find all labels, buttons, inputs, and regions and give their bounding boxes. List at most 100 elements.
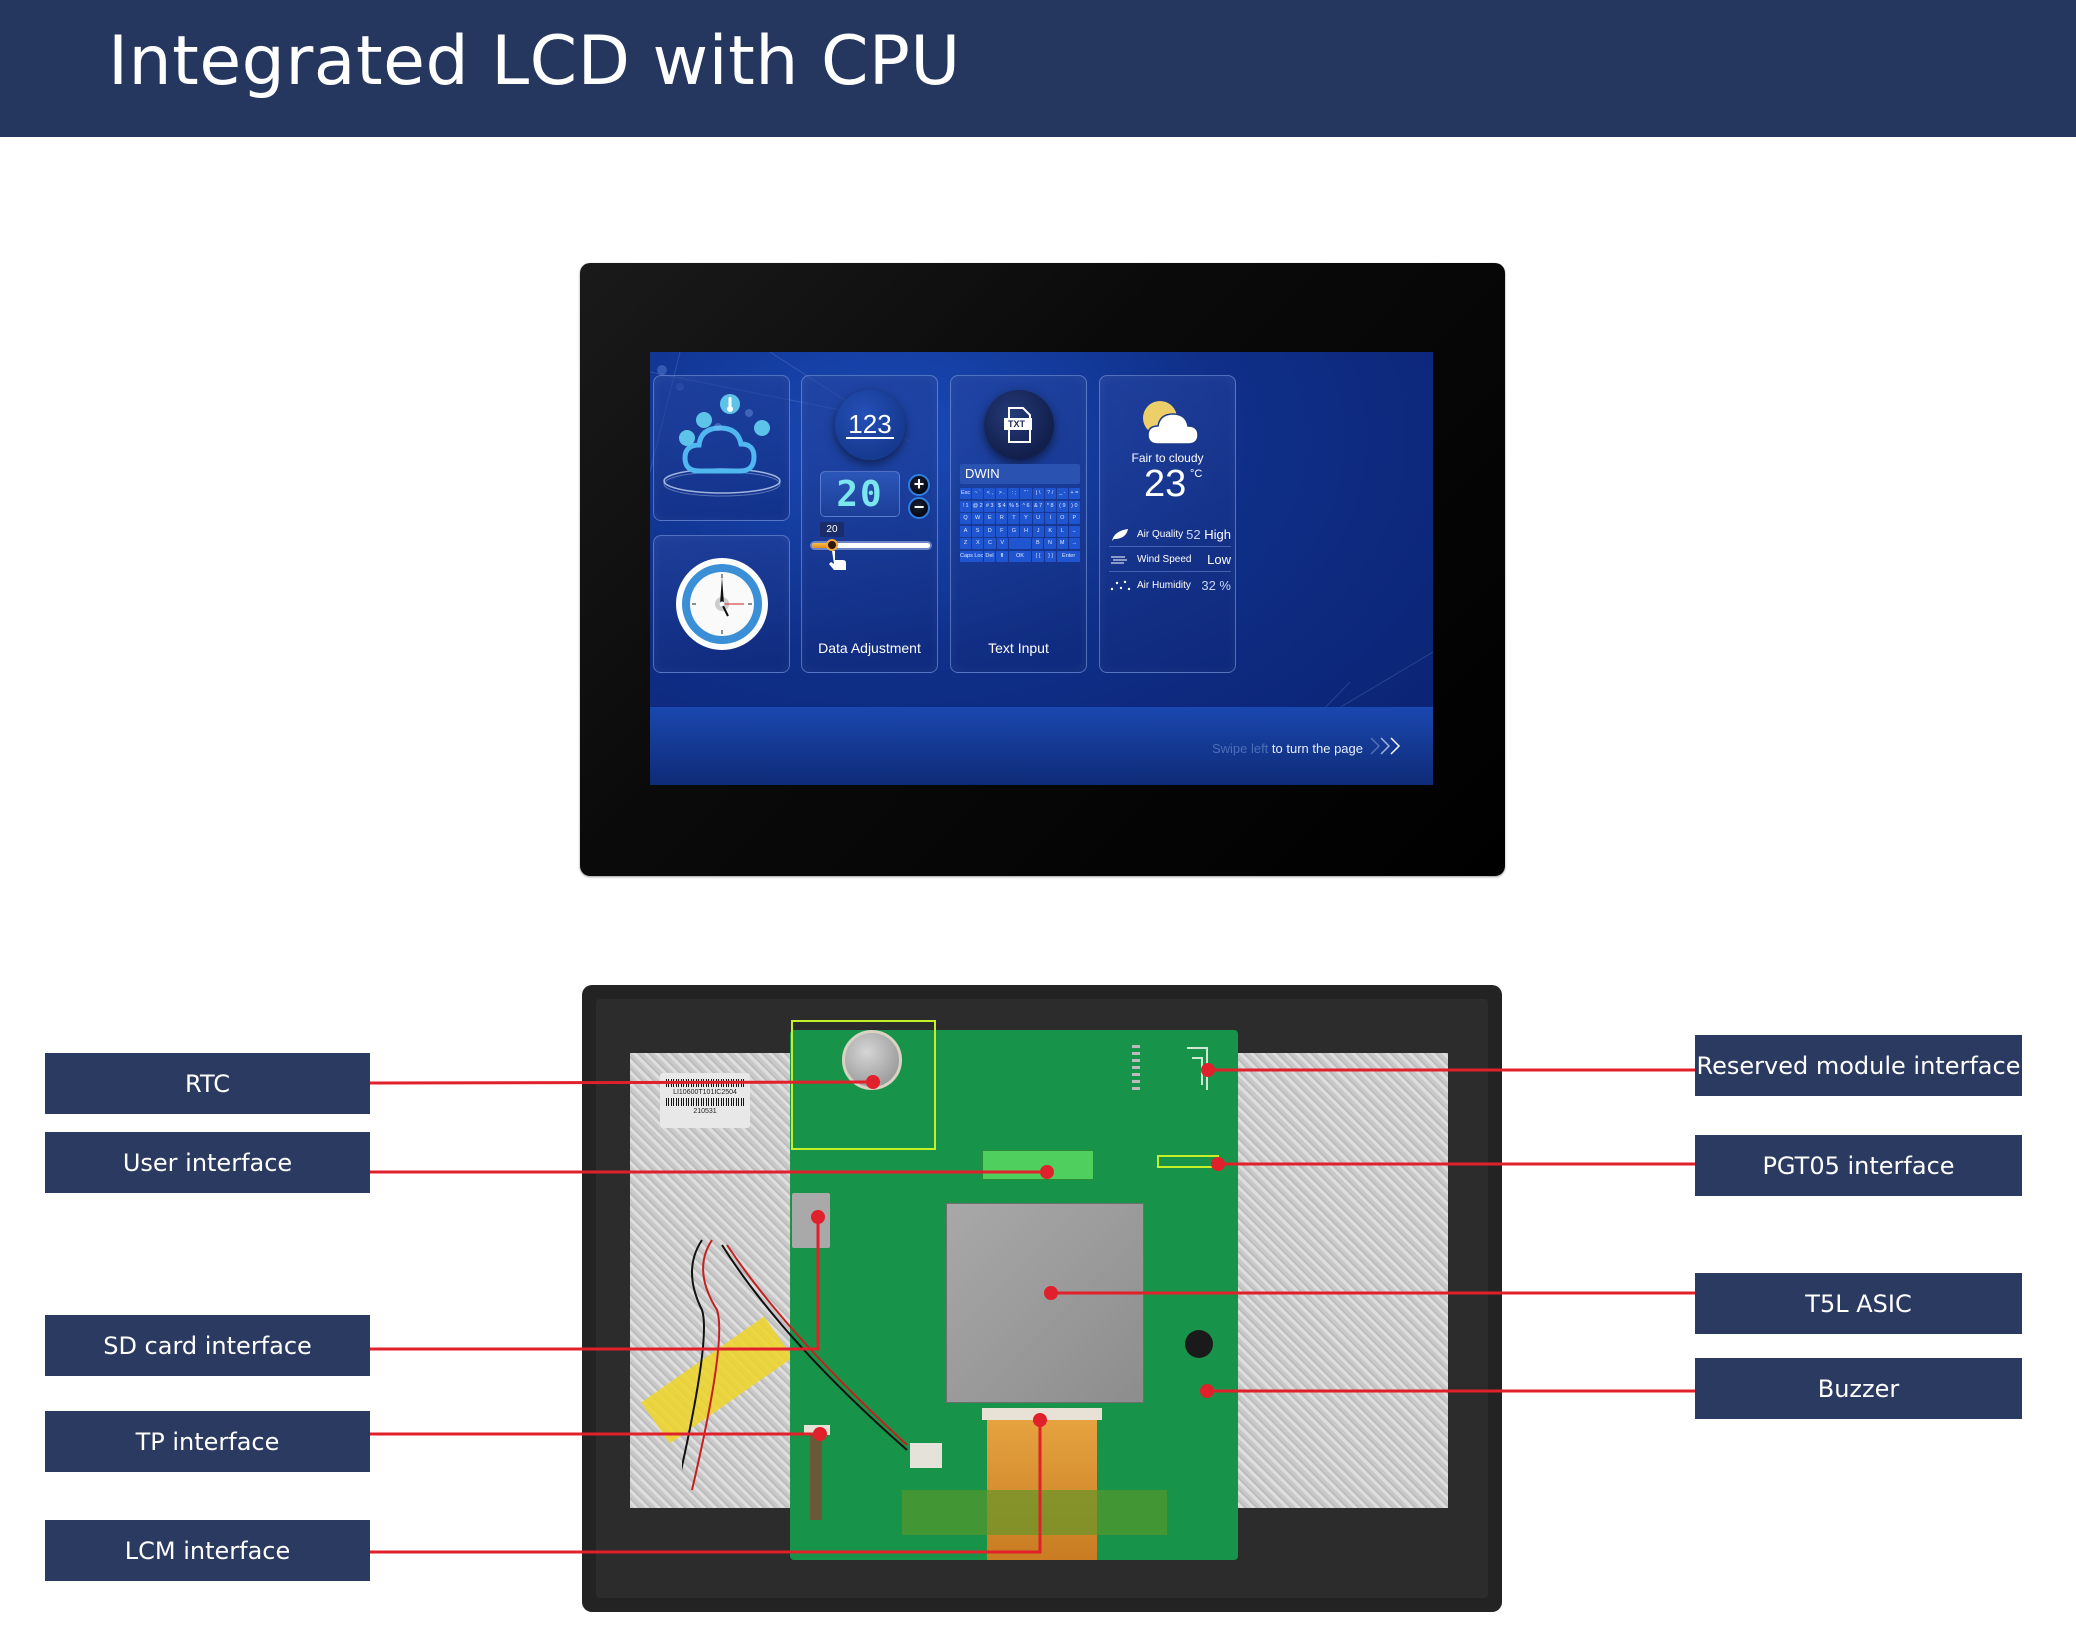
keyboard-key[interactable]: _ - (1056, 488, 1068, 499)
partly-cloudy-icon (1143, 401, 1199, 445)
fan-icon (696, 412, 712, 428)
keyboard-key[interactable] (1008, 538, 1032, 549)
wind-icon (1111, 556, 1127, 563)
keyboard-key[interactable]: W (972, 513, 984, 524)
keyboard-key[interactable]: G (1008, 525, 1020, 537)
keyboard-key[interactable]: L (1056, 525, 1068, 537)
keyboard-key[interactable]: B (1032, 538, 1044, 549)
keyboard-key[interactable]: > . (996, 488, 1008, 499)
keyboard-key[interactable]: N (1044, 538, 1056, 549)
callout-pgt05-interface: PGT05 interface (1695, 1135, 2022, 1196)
keyboard-key[interactable]: O (1056, 513, 1068, 524)
keyboard-key[interactable]: : ; (1008, 488, 1020, 499)
air-quality-row: Air Quality 52 High (1109, 523, 1231, 547)
keyboard-key[interactable]: " ' (1020, 488, 1032, 499)
chevron-right-triple-icon[interactable] (1367, 735, 1407, 757)
reserved-module-antenna (1132, 1045, 1208, 1090)
page-title: Integrated LCD with CPU (108, 22, 961, 101)
keyboard-key[interactable]: Esc (960, 488, 972, 499)
callout-user-interface: User interface (45, 1132, 370, 1193)
globe-icon (679, 430, 695, 446)
callout-lcm-interface: LCM interface (45, 1520, 370, 1581)
keyboard-key[interactable]: E (984, 513, 996, 524)
keyboard-key[interactable]: + = (1068, 488, 1080, 499)
temperature-value: 23 (1144, 463, 1187, 505)
analog-clock-icon (676, 558, 768, 650)
text-input-label: Text Input (988, 640, 1049, 656)
keyboard-key[interactable]: J (1032, 525, 1044, 537)
keyboard-key[interactable]: ) 0 (1068, 500, 1080, 512)
keyboard-key[interactable]: T (1008, 513, 1020, 524)
keyboard-key[interactable]: % 5 (1008, 500, 1020, 512)
keyboard-key[interactable]: I (1044, 513, 1056, 524)
increment-button[interactable]: + (908, 474, 930, 496)
leaf-icon (1112, 528, 1128, 541)
coin-cell-battery (842, 1030, 902, 1090)
keyboard-key[interactable]: R (996, 513, 1008, 524)
lcm-connector (982, 1408, 1102, 1420)
keyboard-key[interactable]: A (960, 525, 972, 537)
data-adjustment-card[interactable]: 123 20 + − 20 Data Adjustment (801, 375, 938, 673)
keyboard-key[interactable]: OK (1008, 550, 1032, 562)
pgt05-highlight-box (1157, 1155, 1219, 1168)
keyboard-key[interactable]: P (1068, 513, 1080, 524)
keyboard-key[interactable]: ( 9 (1056, 500, 1068, 512)
keyboard-key[interactable]: V (996, 538, 1008, 549)
keyboard-row: Z X C V B N M → (960, 538, 1081, 549)
weather-card[interactable]: Fair to cloudy 23 °C Air Quality 52 High… (1099, 375, 1236, 673)
keyboard-key[interactable]: Caps Lock (960, 550, 983, 562)
keyboard-key[interactable]: H (1020, 525, 1032, 537)
clock-card[interactable] (653, 535, 790, 673)
keyboard-key[interactable]: Q (960, 513, 972, 524)
keyboard-key[interactable]: < , (984, 488, 996, 499)
wind-speed-row: Wind Speed Low (1109, 548, 1231, 572)
barcode (666, 1079, 744, 1087)
text-input-card[interactable]: TXT DWIN Esc ~ ` < , > .: ; " ' | \? / _ - + =!… (950, 375, 1087, 673)
keyboard-key[interactable]: Enter (1057, 550, 1081, 562)
keyboard-key[interactable]: → (1068, 538, 1081, 549)
keyboard-key[interactable]: D (984, 525, 996, 537)
keyboard-key[interactable]: M (1056, 538, 1068, 549)
keyboard-row: Esc ~ ` < , > .: ; " ' | \? / _ - + = (960, 488, 1080, 499)
pcb-mount-tab (1172, 1505, 1224, 1560)
keyboard-key[interactable]: Del (983, 550, 996, 562)
keyboard-key[interactable]: X (972, 538, 984, 549)
keyboard-key[interactable]: S (972, 525, 984, 537)
keyboard-key[interactable]: ~ ` (972, 488, 984, 499)
keyboard-key[interactable]: ^ 6 (1020, 500, 1032, 512)
keyboard-key[interactable]: | \ (1032, 488, 1044, 499)
keyboard-key[interactable]: K (1044, 525, 1056, 537)
keyboard-key[interactable]: Y (1020, 513, 1032, 524)
wifi-icon (754, 420, 770, 436)
backlight-foil-right (1236, 1053, 1448, 1508)
keyboard-key[interactable]: C (984, 538, 996, 549)
keyboard-row: ! 1 @ 2 # 3 $ 4% 5 ^ 6 & 7 * 8( 9) 0 (960, 500, 1080, 512)
keyboard-key[interactable]: & 7 (1032, 500, 1044, 512)
buzzer-component (1185, 1330, 1213, 1358)
keyboard-key[interactable]: F (996, 525, 1008, 537)
keyboard-key[interactable]: { [ (1032, 550, 1044, 562)
keyboard-key[interactable]: Z (960, 538, 972, 549)
iot-card[interactable] (653, 375, 790, 521)
keyboard-key[interactable]: ! 1 (960, 500, 972, 512)
callout-t5l-asic: T5L ASIC (1695, 1273, 2022, 1334)
green-tape (902, 1490, 1167, 1535)
text-input-field[interactable]: DWIN (960, 464, 1080, 484)
humidity-dots-icon (1110, 580, 1131, 591)
keyboard-key[interactable]: # 3 (984, 500, 996, 512)
decrement-button[interactable]: − (908, 497, 930, 519)
keyboard-key[interactable]: $ 4 (996, 500, 1008, 512)
keyboard-key[interactable]: ⬆ (996, 550, 1008, 562)
keyboard-key[interactable]: ? / (1044, 488, 1056, 499)
lcm-fpc-cable (987, 1415, 1097, 1560)
slider-value-tooltip: 20 (819, 522, 844, 537)
callout-tp-interface: TP interface (45, 1411, 370, 1472)
iot-cloud-illustration (663, 394, 781, 497)
callout-sd-card-interface: SD card interface (45, 1315, 370, 1376)
keyboard-key[interactable]: U (1032, 513, 1044, 524)
on-screen-keyboard: Esc ~ ` < , > .: ; " ' | \? / _ - + =! 1 @ 2 # 3 $… (960, 488, 1081, 563)
keyboard-key[interactable]: ← (1068, 525, 1080, 537)
keyboard-key[interactable]: * 8 (1044, 500, 1056, 512)
keyboard-key[interactable]: @ 2 (972, 500, 984, 512)
keyboard-key[interactable]: } ] (1044, 550, 1057, 562)
